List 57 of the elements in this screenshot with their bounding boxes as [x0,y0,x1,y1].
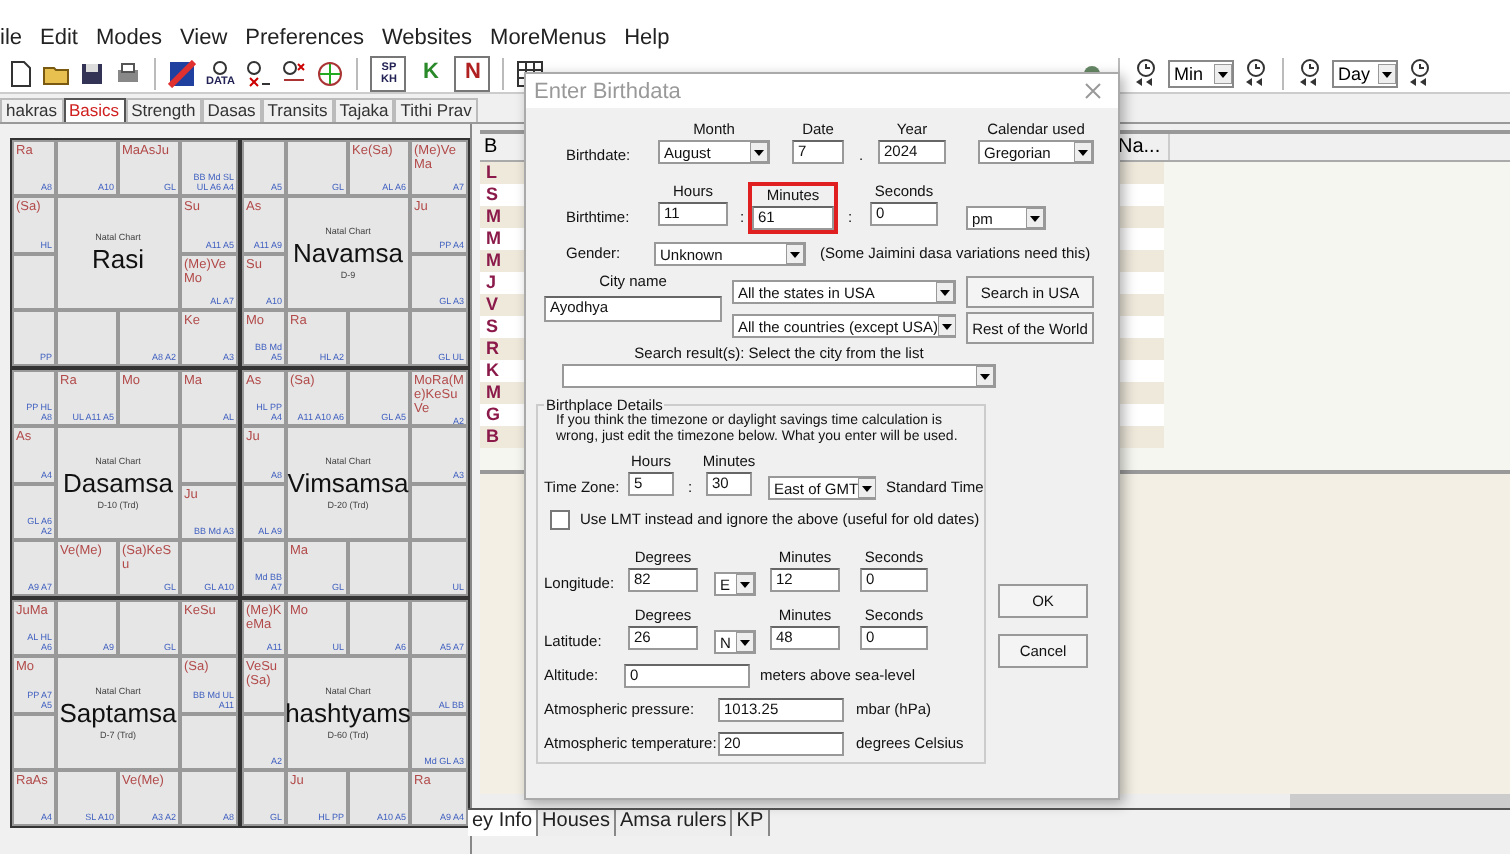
chart-name: Dasamsa [63,468,173,498]
tab[interactable]: Strength [125,98,202,122]
menu-item[interactable]: Preferences [245,25,364,49]
clock-cross-icon[interactable] [280,59,309,87]
tab[interactable]: Tithi Prav [394,98,478,122]
tab[interactable]: Transits [261,98,334,122]
tab[interactable]: ey Info [468,810,539,836]
chart-name: Vimsamsa [287,468,409,498]
tab[interactable]: Houses [538,810,616,836]
menu-item[interactable]: Modes [95,25,163,49]
chart-name: Rasi [91,244,144,274]
caret-icon [736,632,754,652]
caret-icon [736,574,754,594]
date-unit-dropdown[interactable]: Day [1332,59,1398,87]
close-icon[interactable] [1084,82,1102,100]
menu-item[interactable]: Edit [40,25,78,49]
caret-icon [936,282,954,302]
new-file-icon[interactable] [6,59,34,87]
globe-icon[interactable] [316,59,345,87]
tab[interactable]: Tajaka [333,98,395,122]
clock-back-icon[interactable] [1296,57,1324,89]
printer-icon[interactable] [114,59,142,87]
step-unit-dropdown[interactable]: Min [1168,59,1234,87]
caret-icon [1214,63,1232,83]
n-button[interactable]: N [454,55,491,91]
dialog-title: Enter Birthdata [534,79,681,103]
clock-icon [212,59,229,75]
caret-icon [1026,208,1044,228]
caret-icon [858,478,877,498]
tab[interactable]: Dasas [201,98,262,122]
tab[interactable]: hakras [0,98,64,122]
k-button[interactable]: K [414,57,447,89]
tab[interactable]: Basics [63,98,126,122]
caret-icon [976,366,994,386]
caret-icon [786,244,804,264]
chart-icon[interactable] [168,59,196,87]
caret-icon [750,142,768,162]
save-icon[interactable] [78,59,106,87]
caret-icon [1378,63,1396,83]
chart-name: Saptamsa [59,698,177,728]
clock-back-icon[interactable] [1132,57,1160,89]
clock-forward-icon[interactable] [1406,57,1434,89]
clock-forward-icon[interactable] [1242,57,1270,89]
city-results-dropdown[interactable] [562,364,996,388]
tab[interactable]: KP [732,810,770,836]
menu-item[interactable]: ile [0,25,23,49]
tab[interactable]: Amsa rulers [615,810,733,836]
caret-icon [938,316,957,336]
chart-name: Navamsa [293,238,403,268]
chart-name: hashtyams [285,698,411,728]
lmt-checkbox[interactable] [550,510,570,530]
menu-item[interactable]: View [180,25,228,49]
menu-item[interactable]: Help [624,25,670,49]
menu-item[interactable]: MoreMenus [490,25,607,49]
menu-item[interactable]: Websites [381,25,473,49]
caret-icon [1074,142,1092,162]
clock-cross-icon[interactable] [244,59,273,87]
